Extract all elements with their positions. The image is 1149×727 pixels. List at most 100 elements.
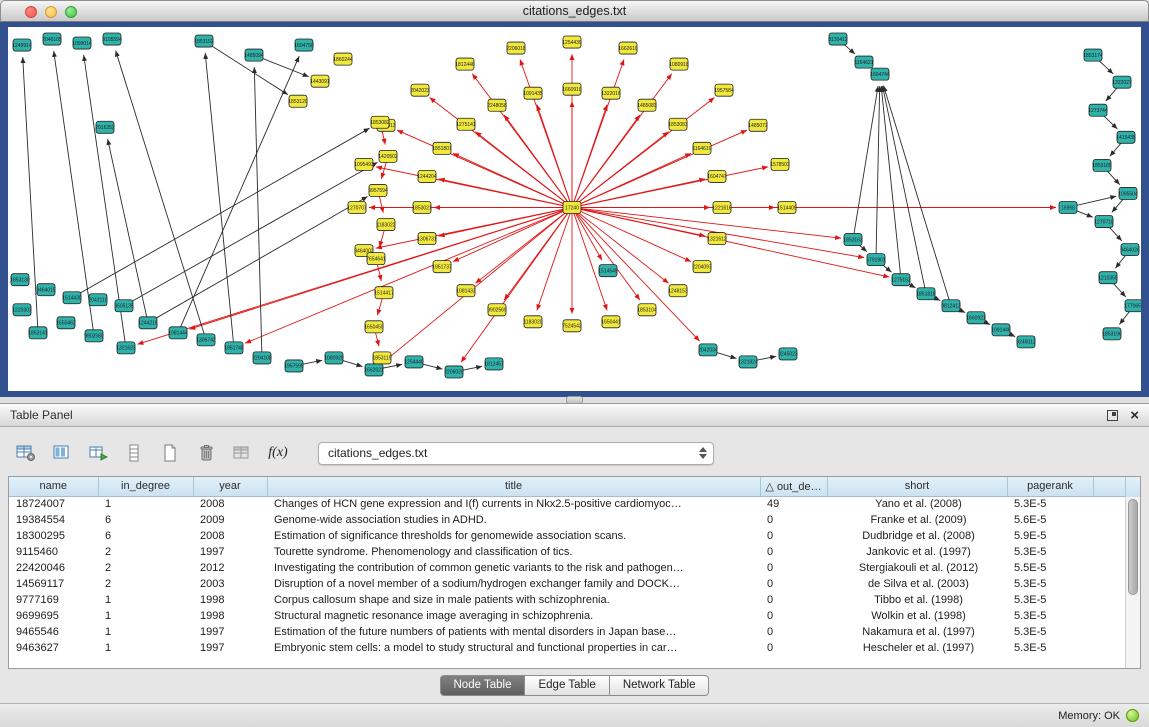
graph-node[interactable]: 2248058 (487, 99, 507, 111)
graph-edge[interactable] (129, 162, 377, 303)
graph-edge[interactable] (1106, 87, 1118, 101)
graph-node[interactable]: 1248153 (668, 285, 688, 297)
graph-edge[interactable] (854, 86, 878, 234)
graph-node[interactable]: 1183022 (376, 219, 395, 231)
graph-node[interactable]: 1660910 (562, 83, 582, 95)
table-row[interactable]: 969969511998Structural magnetic resonanc… (9, 608, 1129, 624)
graph-node[interactable]: 1091435 (523, 87, 543, 99)
graph-edge[interactable] (1112, 198, 1124, 212)
graph-edge[interactable] (574, 59, 624, 201)
graph-edge[interactable] (377, 299, 382, 316)
graph-node[interactable]: 1514430 (62, 292, 82, 304)
graph-node[interactable]: 2204108 (252, 352, 272, 364)
delete-table-icon[interactable] (194, 441, 218, 465)
graph-node[interactable]: 1275152 (891, 274, 911, 286)
graph-edge[interactable] (377, 264, 381, 281)
graph-node[interactable]: 1853196 (1102, 328, 1122, 340)
graph-node[interactable]: 1210355 (1098, 272, 1118, 284)
graph-node[interactable]: 1957584 (714, 84, 734, 96)
graph-node[interactable]: 1860244 (333, 53, 353, 65)
graph-edge[interactable] (254, 67, 261, 352)
graph-edge[interactable] (578, 167, 768, 207)
select-table-icon[interactable] (230, 441, 254, 465)
graph-edge[interactable] (475, 211, 567, 283)
table-row[interactable]: 1872400712008Changes of HCN gene express… (9, 496, 1129, 512)
column-header-name[interactable]: name (9, 477, 98, 496)
table-selector-dropdown[interactable]: citations_edges.txt (318, 442, 714, 465)
graph-edge[interactable] (575, 213, 602, 261)
scrollbar-thumb[interactable] (1128, 499, 1138, 595)
column-header-title[interactable]: title (267, 477, 760, 496)
graph-node[interactable]: 1853119 (372, 352, 391, 364)
graph-node[interactable]: 1485072 (748, 119, 768, 131)
graph-edge[interactable] (576, 212, 640, 300)
zoom-window-button[interactable] (65, 6, 77, 18)
import-table-icon[interactable] (86, 441, 110, 465)
graph-edge[interactable] (397, 130, 567, 205)
graph-edge[interactable] (578, 130, 748, 205)
table-row[interactable]: 1456911722003Disruption of a novel membe… (9, 576, 1129, 592)
graph-node[interactable]: 1650441 (601, 316, 621, 328)
graph-node[interactable]: 1853021 (412, 201, 432, 213)
graph-edge[interactable] (576, 74, 672, 203)
graph-edge[interactable] (876, 86, 880, 253)
graph-node[interactable]: 1249914 (12, 39, 32, 51)
graph-node[interactable]: 1306742 (196, 334, 216, 346)
float-panel-icon[interactable] (1107, 410, 1118, 421)
graph-node[interactable]: 1443091 (310, 75, 330, 87)
graph-node[interactable]: 1662621 (364, 364, 384, 376)
graph-node[interactable]: 1321623 (116, 342, 136, 354)
graph-node[interactable]: 1853130 (10, 274, 30, 286)
graph-edge[interactable] (379, 230, 384, 247)
graph-node[interactable]: 7654641 (366, 253, 386, 265)
graph-node[interactable]: 9105594 (102, 33, 122, 45)
graph-edge[interactable] (23, 57, 38, 327)
tab-node-table[interactable]: Node Table (440, 675, 526, 696)
graph-node[interactable]: 1853141 (28, 327, 48, 339)
graph-node[interactable]: 9902580 (84, 330, 104, 342)
graph-node[interactable]: 1321612 (707, 233, 727, 245)
graph-node[interactable]: 1812457 (484, 358, 504, 370)
graph-node[interactable]: 1270718 (1094, 216, 1114, 228)
graph-node[interactable]: 1514545 (598, 265, 618, 277)
graph-node[interactable]: 1270707 (347, 201, 367, 213)
graph-node[interactable]: 1951748 (224, 342, 244, 354)
graph-node[interactable]: 1221616 (712, 201, 732, 213)
table-row[interactable]: 1830029562008Estimation of significance … (9, 528, 1129, 544)
graph-node[interactable]: 9464015 (36, 284, 56, 296)
graph-node[interactable]: 2206018 (506, 42, 526, 54)
graph-edge[interactable] (1108, 226, 1122, 241)
graph-node[interactable]: 1164621 (854, 56, 873, 68)
graph-node[interactable]: 1322016 (601, 87, 621, 99)
table-mode-icon[interactable] (14, 441, 38, 465)
graph-node[interactable]: 1853104 (637, 304, 657, 316)
graph-edge[interactable] (453, 210, 567, 262)
graph-edge[interactable] (1112, 282, 1126, 297)
graph-node[interactable]: 9245023 (778, 348, 798, 360)
graph-edge[interactable] (180, 56, 299, 327)
column-header-short[interactable]: short (827, 477, 1007, 496)
network-canvas[interactable]: 1724012216161604747116461018530831485083… (8, 27, 1141, 391)
graph-node[interactable]: 1081433 (456, 285, 476, 297)
graph-node[interactable]: 1273744 (1088, 104, 1108, 116)
graph-node[interactable]: 2046105 (42, 33, 62, 45)
graph-node[interactable]: 9902569 (487, 304, 507, 316)
graph-edge[interactable] (381, 162, 386, 179)
graph-edge[interactable] (520, 59, 570, 201)
graph-edge[interactable] (1110, 142, 1122, 156)
graph-node[interactable]: 1164610 (692, 142, 711, 154)
graph-edge[interactable] (54, 51, 93, 330)
graph-node[interactable]: 1812446 (455, 58, 475, 70)
column-header-year[interactable]: year (193, 477, 267, 496)
graph-edge[interactable] (1106, 170, 1120, 185)
graph-node[interactable]: 1514417 (374, 287, 394, 299)
graph-node[interactable]: 1254439 (562, 36, 582, 48)
graph-edge[interactable] (537, 213, 570, 310)
graph-node[interactable]: 1650450 (364, 321, 384, 333)
table-row[interactable]: 946554611997Estimation of the future num… (9, 624, 1129, 640)
vertical-scrollbar[interactable] (1125, 497, 1140, 668)
table-row[interactable]: 1938455462009Genome-wide association stu… (9, 512, 1129, 528)
close-panel-icon[interactable]: × (1130, 410, 1139, 421)
graph-edge[interactable] (137, 209, 566, 344)
graph-node[interactable]: 1254440 (404, 356, 424, 368)
